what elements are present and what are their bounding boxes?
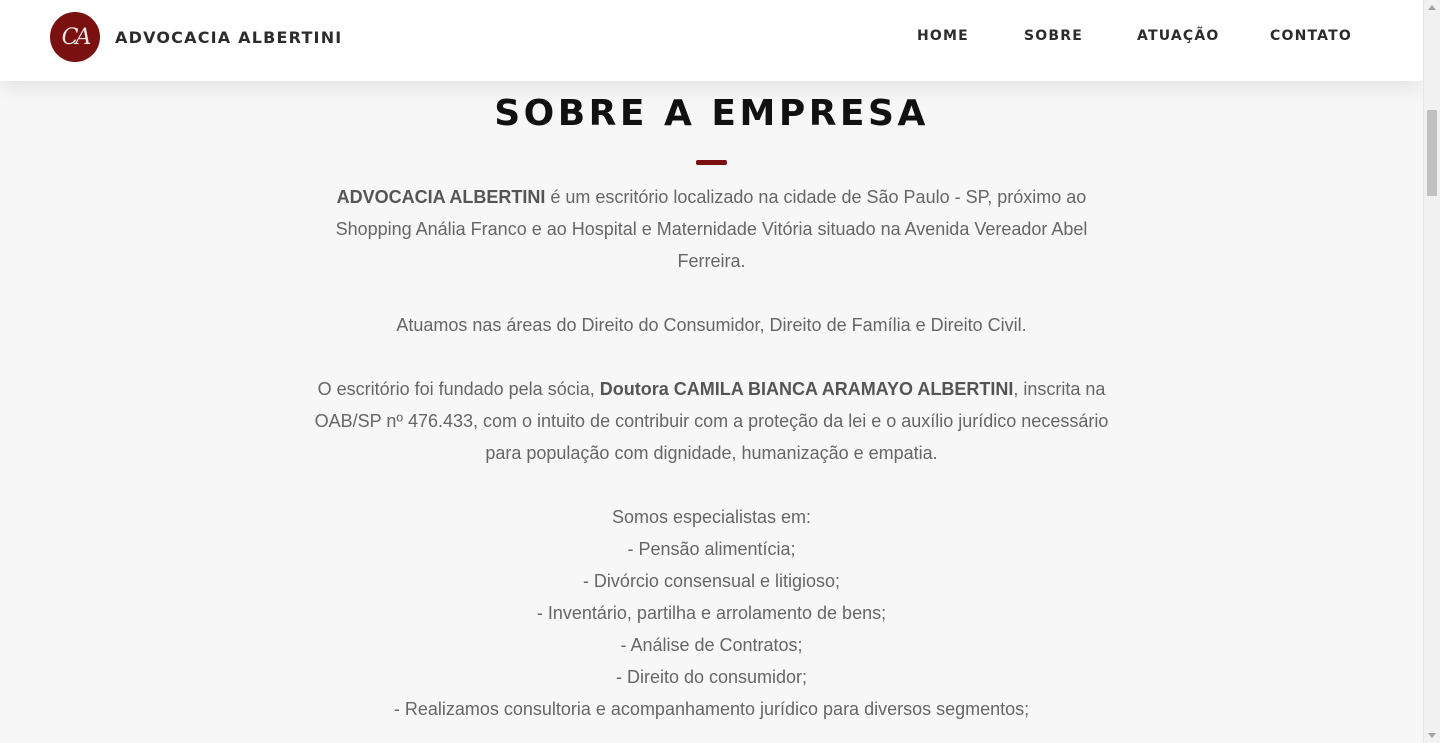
list-item: - Realizamos consultoria e acompanhament… (393, 699, 1030, 719)
scroll-down-arrow-icon[interactable] (1428, 733, 1436, 738)
title-underline (696, 160, 727, 165)
nav-home[interactable]: HOME (917, 28, 969, 44)
brand-link[interactable]: CA ADVOCACIA ALBERTINI (50, 12, 342, 62)
vertical-scrollbar[interactable] (1423, 0, 1440, 743)
scrollbar-thumb[interactable] (1427, 110, 1437, 196)
scroll-up-arrow-icon[interactable] (1428, 5, 1436, 10)
nav-sobre[interactable]: SOBRE (1024, 28, 1083, 44)
founder-intro-text: O escritório foi fundado pela sócia, (317, 379, 600, 399)
founder-name-bold: Doutora CAMILA BIANCA ARAMAYO ALBERTINI (599, 379, 1014, 399)
section-title: SOBRE A EMPRESA (494, 93, 929, 134)
site-header: CA ADVOCACIA ALBERTINI HOME SOBRE ATUAÇÃ… (0, 0, 1423, 81)
about-paragraph-founder: O escritório foi fundado pela sócia, Dou… (300, 373, 1123, 469)
about-section: SOBRE A EMPRESA ADVOCACIA ALBERTINI é um… (0, 81, 1423, 743)
company-name-bold: ADVOCACIA ALBERTINI (336, 187, 546, 207)
brand-name: ADVOCACIA ALBERTINI (115, 27, 343, 47)
nav-atuacao[interactable]: ATUAÇÃO (1137, 28, 1219, 44)
list-item: - Inventário, partilha e arrolamento de … (536, 603, 887, 623)
specialties-heading: Somos especialistas em: (611, 507, 812, 527)
nav-contato[interactable]: CONTATO (1270, 28, 1352, 44)
specialties-list: Somos especialistas em: - Pensão aliment… (300, 501, 1123, 725)
brand-logo: CA (50, 12, 100, 62)
about-paragraph-location: ADVOCACIA ALBERTINI é um escritório loca… (300, 181, 1123, 277)
logo-monogram: CA (61, 24, 92, 50)
page: CA ADVOCACIA ALBERTINI HOME SOBRE ATUAÇÃ… (0, 0, 1423, 743)
list-item: - Pensão alimentícia; (627, 539, 796, 559)
about-paragraph-areas: Atuamos nas áreas do Direito do Consumid… (396, 315, 1027, 335)
list-item: - Análise de Contratos; (620, 635, 803, 655)
list-item: - Direito do consumidor; (615, 667, 808, 687)
list-item: - Divórcio consensual e litigioso; (582, 571, 841, 591)
